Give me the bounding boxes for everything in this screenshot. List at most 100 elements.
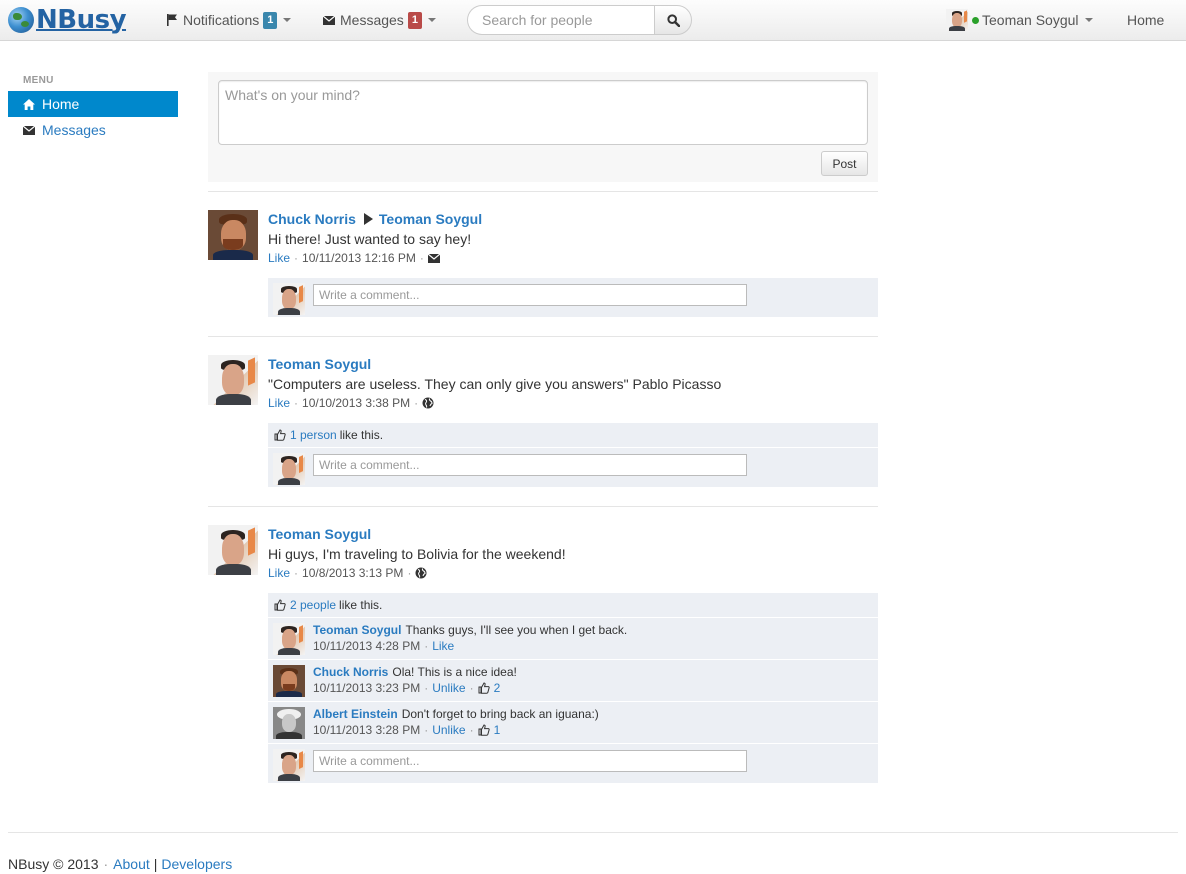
thumbs-up-icon (478, 724, 490, 736)
comment-input[interactable] (313, 750, 747, 772)
envelope-icon (23, 125, 35, 135)
comment-timestamp: 10/11/2013 4:28 PM (313, 639, 421, 653)
notifications-dropdown[interactable]: Notifications 1 (167, 0, 292, 40)
nav-home-link[interactable]: Home (1127, 0, 1164, 40)
globe-icon (415, 567, 427, 579)
chevron-down-icon (1084, 18, 1093, 22)
author-avatar[interactable] (208, 210, 258, 260)
comment-body: Teoman Soygul Thanks guys, I'll see you w… (313, 623, 627, 637)
post-button[interactable]: Post (821, 151, 868, 176)
developers-link[interactable]: Developers (161, 856, 232, 872)
author-link[interactable]: Teoman Soygul (268, 356, 371, 372)
messages-count-badge: 1 (407, 11, 422, 29)
comment-timestamp: 10/11/2013 3:28 PM (313, 723, 421, 737)
comment-timestamp: 10/11/2013 3:23 PM (313, 681, 421, 695)
write-comment-row (268, 743, 878, 783)
post-meta: Like · 10/10/2013 3:38 PM · (268, 396, 434, 410)
comment-like-count[interactable]: 1 (494, 723, 501, 737)
likers-link[interactable]: 2 people (290, 598, 336, 612)
menu-header: MENU (23, 75, 54, 86)
post-timestamp: 10/11/2013 12:16 PM (302, 251, 416, 265)
comment-unlike-link[interactable]: Unlike (432, 681, 465, 695)
comment-unlike-link[interactable]: Unlike (432, 723, 465, 737)
flag-icon (167, 14, 178, 26)
like-link[interactable]: Like (268, 566, 290, 580)
commenter-link[interactable]: Albert Einstein (313, 707, 398, 721)
comment-text: Don't forget to bring back an iguana:) (401, 707, 599, 721)
search-icon (666, 13, 680, 27)
post-timestamp: 10/8/2013 3:13 PM (302, 566, 404, 580)
post-text: Hi there! Just wanted to say hey! (268, 231, 472, 247)
separator: | (153, 856, 158, 872)
commenter-link[interactable]: Teoman Soygul (313, 623, 401, 637)
search-button[interactable] (654, 5, 692, 35)
online-status-indicator (972, 16, 979, 24)
user-avatar (273, 453, 305, 485)
comment-like-link[interactable]: Like (432, 639, 454, 653)
comment-meta: 10/11/2013 4:28 PM · Like (313, 639, 454, 653)
separator: · (294, 566, 299, 580)
people-search (467, 5, 692, 35)
commenter-avatar[interactable] (273, 623, 305, 655)
globe-logo-icon (8, 7, 34, 33)
like-link[interactable]: Like (268, 396, 290, 410)
sidebar-item-home[interactable]: Home (8, 91, 178, 117)
author-link[interactable]: Chuck Norris (268, 211, 356, 227)
comment-body: Albert Einstein Don't forget to bring bac… (313, 707, 599, 721)
post-header: Teoman Soygul (268, 526, 371, 542)
footer: NBusy © 2013 · About | Developers (8, 856, 232, 872)
envelope-icon (323, 15, 335, 25)
separator: · (419, 251, 424, 265)
thumbs-up-icon (274, 599, 286, 611)
chevron-down-icon (283, 18, 292, 22)
comment-text: Thanks guys, I'll see you when I get bac… (405, 623, 628, 637)
comment-input[interactable] (313, 284, 747, 306)
globe-icon (422, 397, 434, 409)
user-menu-dropdown[interactable]: Teoman Soygul (946, 0, 1093, 40)
search-input[interactable] (467, 5, 654, 35)
comment-item: Albert Einstein Don't forget to bring bac… (268, 701, 878, 743)
notifications-count-badge: 1 (263, 11, 278, 29)
separator: · (294, 396, 299, 410)
author-avatar[interactable] (208, 525, 258, 575)
recipient-link[interactable]: Teoman Soygul (379, 211, 482, 227)
feed-divider (208, 506, 878, 507)
commenter-avatar[interactable] (273, 665, 305, 697)
status-composer: Post (208, 72, 878, 182)
user-name: Teoman Soygul (982, 12, 1079, 28)
thumbs-up-icon (274, 429, 286, 441)
author-avatar[interactable] (208, 355, 258, 405)
brand-name: NBusy (36, 5, 127, 35)
feed-divider (208, 191, 878, 192)
messages-dropdown[interactable]: Messages 1 (323, 0, 436, 40)
like-link[interactable]: Like (268, 251, 290, 265)
separator: · (424, 681, 429, 695)
likes-summary: 2 people like this. (268, 593, 878, 617)
status-input[interactable] (218, 80, 868, 145)
comment-meta: 10/11/2013 3:23 PM · Unlike · 2 (313, 681, 500, 695)
arrow-right-icon (363, 213, 373, 225)
post-text: Hi guys, I'm traveling to Bolivia for th… (268, 546, 566, 562)
copyright-text: NBusy © 2013 (8, 856, 99, 872)
separator: · (407, 566, 412, 580)
comment-like-count[interactable]: 2 (494, 681, 501, 695)
comment-item: Teoman Soygul Thanks guys, I'll see you w… (268, 617, 878, 659)
author-link[interactable]: Teoman Soygul (268, 526, 371, 542)
commenter-avatar[interactable] (273, 707, 305, 739)
about-link[interactable]: About (113, 856, 150, 872)
comment-body: Chuck Norris Ola! This is a nice idea! (313, 665, 517, 679)
sidebar-item-label: Home (42, 96, 80, 112)
likers-link[interactable]: 1 person (290, 428, 337, 442)
thumbs-up-icon (478, 682, 490, 694)
messages-label: Messages (340, 12, 404, 28)
feed-divider (208, 336, 878, 337)
envelope-icon (427, 253, 440, 263)
sidebar-item-messages[interactable]: Messages (8, 117, 178, 143)
brand-logo[interactable]: NBusy (8, 4, 127, 36)
comment-input[interactable] (313, 454, 747, 476)
commenter-link[interactable]: Chuck Norris (313, 665, 388, 679)
separator: · (469, 681, 474, 695)
sidebar-menu: MENU Home Messages (8, 75, 178, 143)
chevron-down-icon (427, 18, 436, 22)
separator: · (103, 856, 109, 872)
